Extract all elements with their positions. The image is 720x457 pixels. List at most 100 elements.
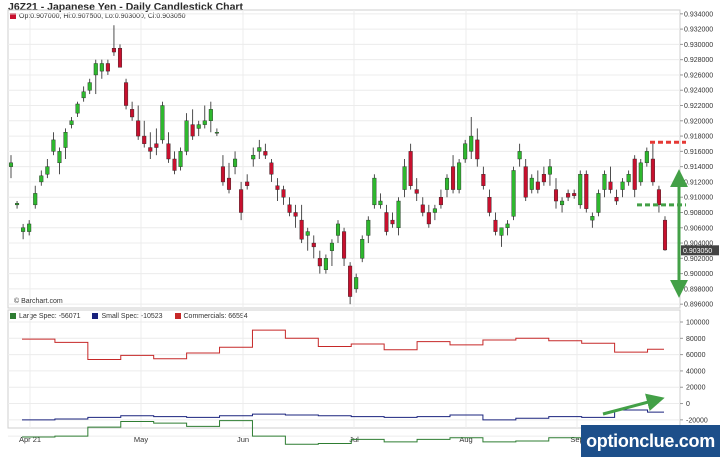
candle-body-down: [269, 162, 274, 175]
barchart-credit: © Barchart.com: [14, 297, 63, 305]
candle-body-up: [99, 63, 104, 72]
candle-body-down: [166, 143, 171, 160]
candle-body-down: [487, 197, 492, 213]
candle-body-down: [148, 147, 153, 152]
candle-body-up: [590, 216, 595, 221]
cot-tick-label: 80000: [686, 336, 706, 343]
price-chart-canvas[interactable]: 0.934000 0.932000 0.930000 0.928000 0.926000…: [0, 0, 720, 457]
cot-tick-label: 0: [686, 401, 690, 408]
candle-body-up: [402, 166, 407, 190]
cot-tick-label: 60000: [686, 352, 706, 359]
candle-body-down: [481, 174, 486, 186]
candle-body-down: [553, 189, 559, 202]
price-tick-label: 0.926000: [684, 72, 713, 79]
candle-body-down: [451, 166, 456, 190]
candle-body-down: [245, 181, 250, 186]
candle-body-up: [644, 151, 649, 164]
candle-body-up: [626, 174, 631, 183]
cot-tick-label: -20000: [686, 417, 708, 424]
candle-body-down: [390, 219, 395, 225]
candle-body-down: [239, 189, 244, 213]
last-price-label: 0.903050: [683, 248, 712, 255]
price-tick-label: 0.928000: [684, 57, 713, 64]
large-spec-line: [22, 420, 664, 445]
candle-body-up: [444, 177, 450, 190]
candle-body-up: [257, 147, 262, 152]
cot-tick-label: 100000: [686, 320, 709, 327]
price-tick-label: 0.918000: [684, 134, 713, 141]
candle-body-up: [160, 105, 165, 141]
candle-body-up: [251, 154, 256, 160]
price-tick-label: 0.908000: [684, 210, 713, 217]
price-tick-label: 0.906000: [684, 225, 713, 232]
candle-body-up: [378, 200, 383, 206]
candle-body-down: [281, 189, 286, 198]
candle-body-up: [63, 132, 68, 148]
candle-body-up: [75, 103, 80, 114]
candle-body-up: [505, 223, 510, 228]
price-tick-label: 0.932000: [684, 27, 713, 34]
candle-body-down: [426, 212, 431, 225]
small-spec-line: [22, 409, 664, 421]
candle-body-up: [499, 227, 504, 236]
candle-body-up: [596, 193, 601, 213]
candle-body-up: [360, 239, 365, 259]
price-tick-label: 0.930000: [684, 42, 713, 49]
site-watermark: optionclue.com: [581, 425, 720, 457]
price-tick-label: 0.924000: [684, 88, 713, 95]
candle-body-up: [396, 200, 401, 228]
candle-body-down: [656, 189, 661, 206]
candle-body-up: [517, 151, 522, 160]
candle-body-down: [475, 139, 480, 160]
candle-body-up: [45, 166, 50, 175]
candle-body-down: [566, 193, 571, 198]
candle-body-up: [57, 151, 62, 164]
candle-body-down: [523, 166, 528, 198]
price-tick-label: 0.898000: [684, 286, 713, 293]
candle-body-up: [457, 162, 462, 190]
candle-body-down: [263, 151, 268, 156]
candle-body-down: [172, 158, 177, 171]
candle-body-down: [311, 242, 316, 248]
candle-body-up: [329, 242, 334, 251]
candle-body-up: [184, 120, 189, 152]
candle-body-down: [130, 109, 135, 118]
candle-body-down: [572, 193, 577, 196]
candle-body-down: [111, 48, 116, 53]
candle-body-down: [136, 120, 141, 137]
candle-body-down: [650, 158, 655, 183]
candle-body-down: [342, 231, 347, 259]
price-tick-label: 0.900000: [684, 271, 713, 278]
candle-body-up: [51, 139, 56, 152]
candle-body-up: [335, 223, 341, 236]
candle-body-down: [541, 174, 546, 183]
candle-body-up: [560, 200, 565, 206]
candle-body-up: [602, 174, 607, 190]
candle-body-up: [638, 162, 643, 183]
candle-body-up: [463, 143, 468, 160]
candle-body-up: [214, 132, 219, 134]
candle-body-down: [632, 158, 637, 190]
candle-body-down: [190, 124, 195, 137]
price-tick-label: 0.922000: [684, 103, 713, 110]
candle-body-up: [432, 208, 437, 213]
candle-body-up: [93, 63, 98, 76]
candle-body-up: [81, 91, 86, 99]
candle-body-up: [511, 170, 516, 217]
candle-body-down: [142, 135, 147, 144]
candle-body-down: [124, 82, 129, 106]
candle-body-down: [105, 63, 110, 72]
candle-body-up: [578, 174, 583, 206]
price-tick-label: 0.934000: [684, 11, 713, 18]
candle-body-up: [529, 177, 534, 190]
cot-tick-label: 40000: [686, 368, 706, 375]
candle-body-down: [293, 212, 298, 217]
price-tick-label: 0.896000: [684, 302, 713, 309]
candle-body-up: [469, 135, 474, 152]
candle-body-down: [287, 204, 292, 213]
candle-body-down: [438, 197, 443, 206]
candle-body-down: [608, 181, 613, 190]
candle-body-up: [233, 158, 238, 167]
candle-body-up: [323, 258, 328, 270]
candle-body-up: [21, 227, 26, 232]
